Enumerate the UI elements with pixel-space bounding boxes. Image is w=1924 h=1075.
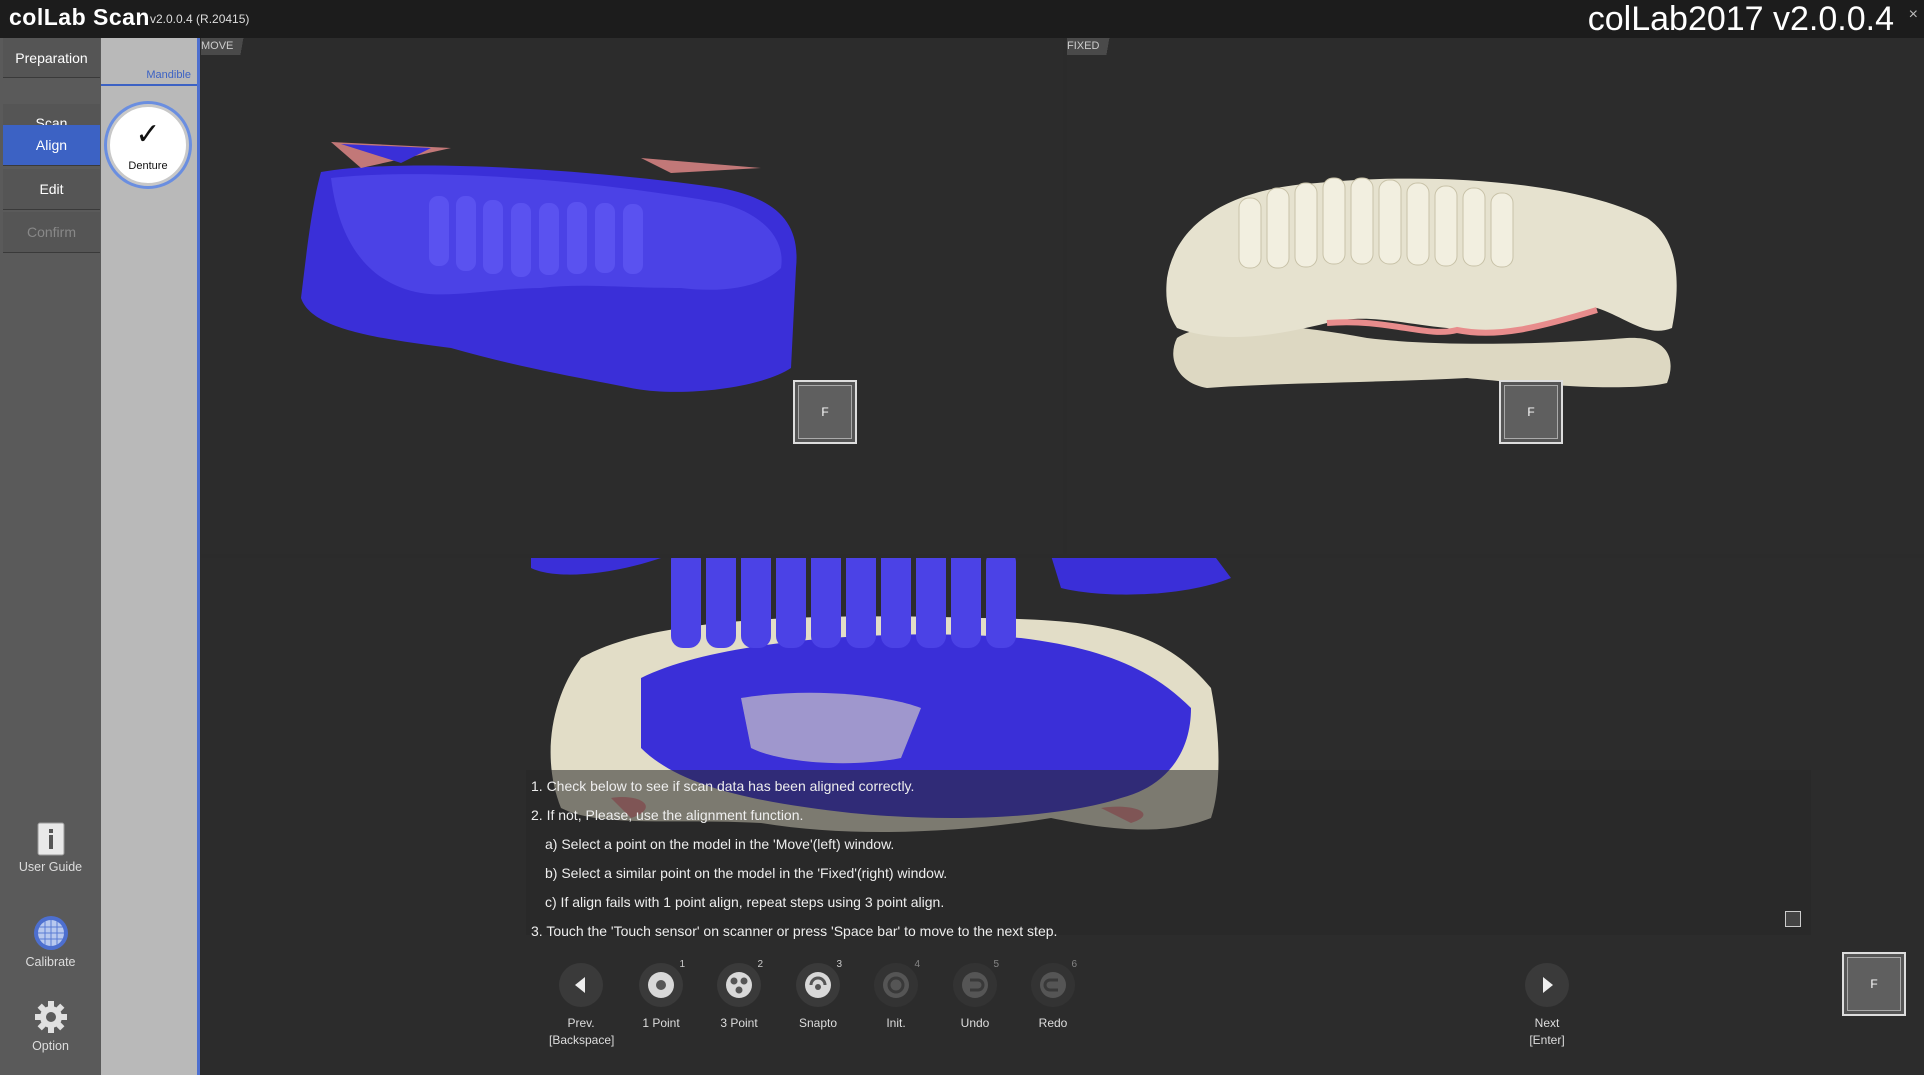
app-version: v2.0.0.4 (R.20415) — [150, 12, 250, 26]
option-label: Option — [32, 1039, 69, 1053]
prev-button[interactable]: Prev. [Backspace] — [549, 963, 615, 1049]
shortcut-number: 5 — [993, 959, 999, 970]
instruction-line: 3. Touch the 'Touch sensor' on scanner o… — [531, 923, 1058, 939]
sub-panel: Mandible ✓ Denture — [101, 38, 200, 1075]
fixed-viewport[interactable]: FIXED F — [1067, 38, 1924, 554]
check-icon: ✓ — [135, 118, 161, 151]
calibrate-button[interactable]: Calibrate — [0, 915, 101, 969]
shortcut-number: 1 — [679, 959, 685, 970]
instruction-line: 1. Check below to see if scan data has b… — [531, 778, 915, 794]
next-key: [Enter] — [1529, 1033, 1565, 1047]
instruction-line: c) If align fails with 1 point align, re… — [545, 894, 945, 910]
init-label: Init. — [886, 1016, 906, 1030]
info-icon — [37, 822, 64, 856]
undo-button[interactable]: 5 Undo — [943, 959, 1007, 1032]
three-point-icon — [726, 972, 752, 998]
result-viewport[interactable]: 1. Check below to see if scan data has b… — [201, 558, 1924, 1075]
left-nav: Preparation Scan Align Edit Confirm User… — [0, 38, 101, 1075]
f-button-fixed[interactable]: F — [1499, 380, 1563, 444]
denture-label: Denture — [128, 160, 168, 172]
instruction-line: a) Select a point on the model in the 'M… — [545, 836, 895, 852]
instruction-line: 2. If not, Please, use the alignment fun… — [531, 807, 804, 823]
prev-label: Prev. — [567, 1016, 595, 1030]
tab-mandible[interactable]: Mandible — [101, 64, 197, 86]
f-button-move[interactable]: F — [793, 380, 857, 444]
snapto-icon — [805, 972, 831, 998]
shortcut-number: 4 — [914, 959, 920, 970]
app-title: colLab Scan — [9, 4, 150, 30]
instruction-line: b) Select a similar point on the model i… — [545, 865, 948, 881]
app-window: colLab Scan v2.0.0.4 (R.20415) colLab201… — [0, 0, 1924, 1075]
nav-item-preparation[interactable]: Preparation — [3, 38, 100, 78]
nav-item-align[interactable]: Align — [3, 125, 100, 166]
snapto-button[interactable]: 3 Snapto — [786, 959, 850, 1032]
chevron-right-icon — [1543, 977, 1553, 993]
calibrate-icon — [33, 916, 68, 950]
snapto-label: Snapto — [798, 1016, 838, 1030]
close-icon[interactable]: × — [1909, 6, 1918, 24]
shortcut-number: 2 — [757, 959, 763, 970]
nav-item-edit[interactable]: Edit — [3, 169, 100, 210]
one-point-label: 1 Point — [642, 1016, 680, 1030]
next-button[interactable]: Next [Enter] — [1515, 963, 1579, 1049]
user-guide-label: User Guide — [18, 860, 83, 874]
move-model — [301, 142, 797, 392]
three-point-label: 3 Point — [720, 1016, 758, 1030]
title-bar: colLab Scan v2.0.0.4 (R.20415) colLab201… — [0, 0, 1924, 38]
denture-button[interactable]: ✓ Denture — [107, 104, 189, 186]
gear-icon — [34, 1001, 67, 1033]
fixed-model — [1166, 177, 1677, 388]
redo-label: Redo — [1038, 1016, 1068, 1030]
shortcut-number: 3 — [836, 959, 842, 970]
f-button-result[interactable]: F — [1842, 952, 1906, 1016]
user-guide-button[interactable]: User Guide — [0, 822, 101, 874]
expand-icon[interactable] — [1785, 911, 1801, 927]
panel-divider — [197, 38, 200, 1075]
one-point-icon — [648, 972, 674, 998]
calibrate-label: Calibrate — [25, 955, 76, 969]
init-icon — [883, 972, 909, 998]
redo-button[interactable]: 6 Redo — [1021, 959, 1085, 1032]
undo-icon — [962, 972, 988, 998]
shortcut-number: 6 — [1071, 959, 1077, 970]
option-button[interactable]: Option — [0, 999, 101, 1053]
nav-item-confirm: Confirm — [3, 212, 100, 253]
brand-version: colLab2017 v2.0.0.4 — [1587, 0, 1894, 38]
next-label: Next — [1534, 1016, 1560, 1030]
chevron-left-icon — [575, 977, 585, 993]
init-button[interactable]: 4 Init. — [864, 959, 928, 1032]
undo-label: Undo — [960, 1016, 990, 1030]
redo-icon — [1040, 972, 1066, 998]
three-point-button[interactable]: 2 3 Point — [707, 959, 771, 1032]
one-point-button[interactable]: 1 1 Point — [629, 959, 693, 1032]
instructions-panel: 1. Check below to see if scan data has b… — [526, 770, 1811, 939]
move-viewport[interactable]: MOVE F — [201, 38, 1063, 554]
prev-key: [Backspace] — [549, 1033, 615, 1047]
